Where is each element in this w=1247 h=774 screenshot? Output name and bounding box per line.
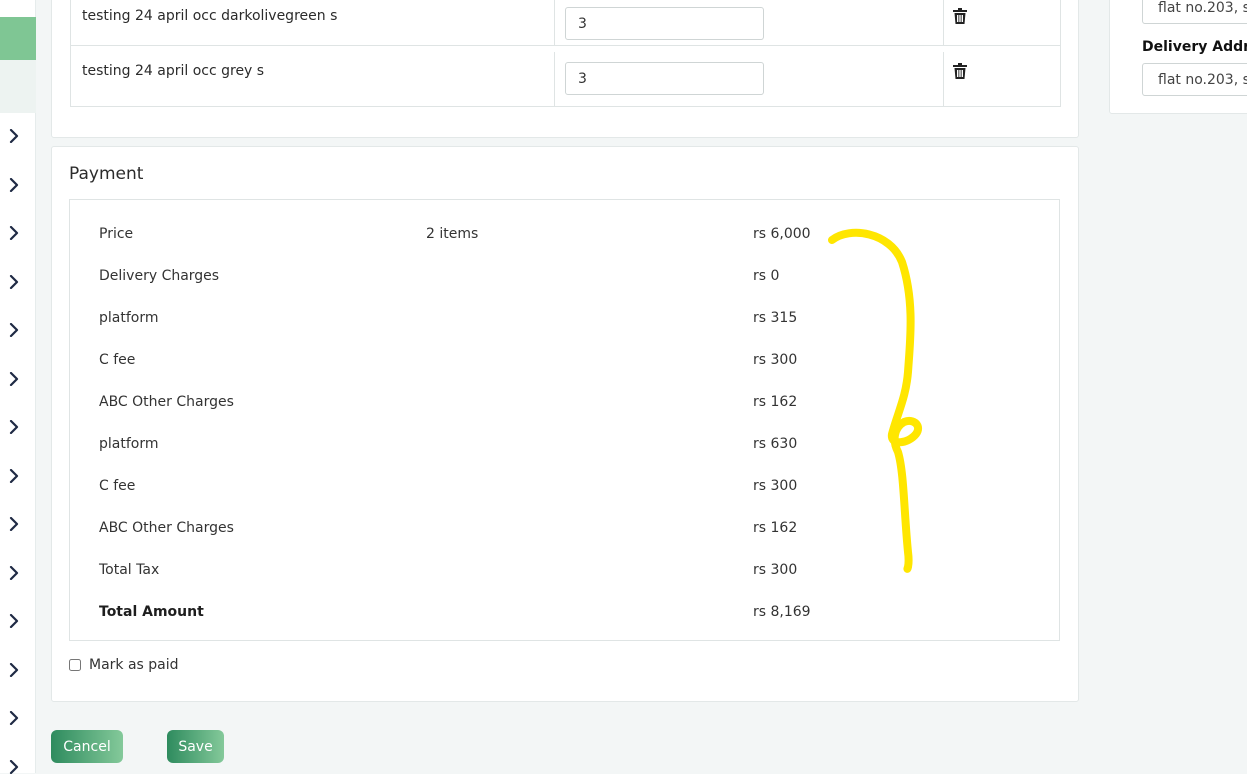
item-count: 2 items [426,226,479,242]
save-button[interactable]: Save [167,730,224,763]
charge-label: Price [99,226,134,242]
mark-paid-checkbox[interactable] [69,659,81,671]
billing-address-field[interactable]: flat no.203, sh [1142,0,1247,24]
items-table: testing 24 april occ darkolivegreen s te… [70,0,1061,107]
chevron-right-icon[interactable] [7,323,21,337]
address-card: flat no.203, sh Delivery Addre flat no.2… [1109,0,1247,114]
charge-amount: rs 300 [753,478,798,494]
charge-amount: rs 162 [753,520,798,536]
charge-amount: rs 6,000 [753,226,811,242]
list-item: Delivery Charges rs 0 [70,268,1059,288]
cancel-button[interactable]: Cancel [51,730,123,763]
list-item: C fee rs 300 [70,478,1059,498]
mark-paid-option[interactable]: Mark as paid [69,657,179,673]
charge-amount: rs 162 [753,394,798,410]
charge-label: Total Tax [99,562,160,578]
quantity-input[interactable] [565,7,764,40]
mark-paid-label: Mark as paid [89,657,179,673]
charge-label: Delivery Charges [99,268,220,284]
column-divider [943,0,944,45]
sidebar [0,0,36,774]
charge-label: ABC Other Charges [99,394,234,410]
list-item: Price 2 items rs 6,000 [70,226,1059,246]
total-row: Total Amount rs 8,169 [70,604,1059,624]
trash-icon[interactable] [953,63,967,79]
chevron-right-icon[interactable] [7,517,21,531]
list-item: platform rs 315 [70,310,1059,330]
chevron-right-icon[interactable] [7,711,21,725]
list-item: ABC Other Charges rs 162 [70,520,1059,540]
chevron-right-icon[interactable] [7,177,21,192]
charge-label: C fee [99,478,136,494]
chevron-right-icon[interactable] [7,759,21,774]
chevron-right-icon[interactable] [7,274,21,289]
payment-summary: Price 2 items rs 6,000 Delivery Charges … [69,199,1060,641]
payment-card: Payment Price 2 items rs 6,000 Delivery … [51,146,1079,702]
item-name: testing 24 april occ darkolivegreen s [82,8,338,24]
chevron-right-icon[interactable] [7,129,21,143]
delivery-address-label: Delivery Addre [1142,39,1247,55]
chevron-right-icon[interactable] [7,226,21,240]
chevron-right-icon[interactable] [7,565,21,580]
payment-title: Payment [69,164,144,184]
charge-amount: rs 315 [753,310,798,326]
charge-amount: rs 300 [753,562,798,578]
quantity-input[interactable] [565,62,764,95]
trash-icon[interactable] [953,8,967,24]
column-divider [554,0,555,45]
column-divider [554,52,555,107]
column-divider [943,52,944,107]
total-label: Total Amount [99,604,204,620]
chevron-right-icon[interactable] [7,371,21,386]
charge-label: platform [99,436,159,452]
charge-amount: rs 300 [753,352,798,368]
list-item: Total Tax rs 300 [70,562,1059,582]
charge-label: platform [99,310,159,326]
sidebar-highlight-item[interactable] [0,60,36,113]
charge-amount: rs 630 [753,436,798,452]
delivery-address-field[interactable]: flat no.203, sh [1142,63,1247,96]
table-row: testing 24 april occ darkolivegreen s [71,0,1060,46]
charge-label: ABC Other Charges [99,520,234,536]
item-name: testing 24 april occ grey s [82,63,265,79]
list-item: C fee rs 300 [70,352,1059,372]
chevron-right-icon[interactable] [7,614,21,628]
chevron-right-icon[interactable] [7,662,21,677]
charge-label: C fee [99,352,136,368]
order-items-card: testing 24 april occ darkolivegreen s te… [51,0,1079,138]
table-row: testing 24 april occ grey s [71,52,1060,107]
list-item: platform rs 630 [70,436,1059,456]
list-item: ABC Other Charges rs 162 [70,394,1059,414]
total-amount: rs 8,169 [753,604,811,620]
chevron-right-icon[interactable] [7,420,21,434]
sidebar-active-item[interactable] [0,17,36,60]
chevron-right-icon[interactable] [7,468,21,483]
charge-amount: rs 0 [753,268,780,284]
